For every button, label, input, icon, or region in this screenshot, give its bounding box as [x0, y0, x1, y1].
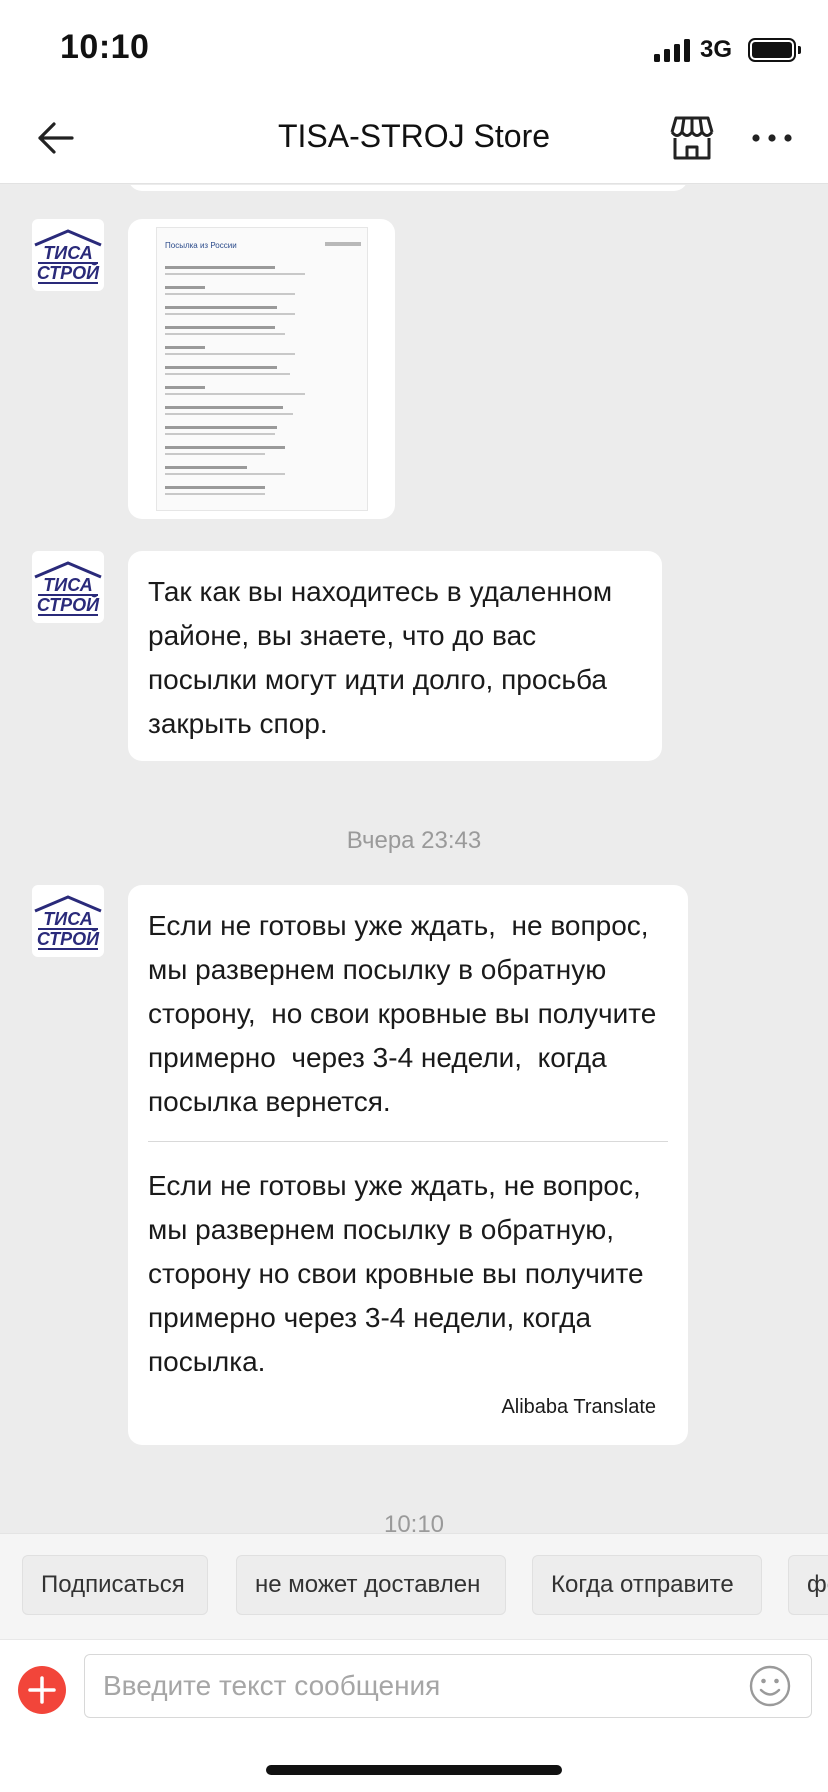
tisa-stroj-logo: ТИСА СТРОЙ — [34, 895, 102, 950]
emoji-button[interactable] — [748, 1664, 792, 1708]
svg-text:СТРОЙ: СТРОЙ — [37, 928, 100, 949]
svg-text:СТРОЙ: СТРОЙ — [37, 594, 100, 615]
quick-reply-chip[interactable]: Когда отправите — [532, 1555, 762, 1615]
message-text: Так как вы находитесь в удаленном районе… — [148, 576, 613, 739]
store-button[interactable] — [666, 112, 718, 164]
svg-text:ТИСА: ТИСА — [43, 575, 93, 595]
home-indicator[interactable] — [266, 1765, 562, 1775]
message-input[interactable] — [84, 1654, 812, 1718]
svg-text:Посылка из России: Посылка из России — [165, 241, 237, 250]
translated-text-message[interactable]: Если не готовы уже ждать, не вопрос, мы … — [128, 885, 688, 1445]
tisa-stroj-logo: ТИСА СТРОЙ — [34, 561, 102, 616]
more-options-button[interactable] — [748, 112, 796, 164]
network-type: 3G — [699, 36, 732, 63]
signal-icon — [653, 38, 690, 62]
tracking-document-image: Посылка из России — [165, 241, 361, 495]
status-bar: 10:10 3G — [0, 0, 828, 92]
tisa-stroj-logo: ТИСА СТРОЙ — [34, 229, 102, 284]
message-original-text: Если не готовы уже ждать, не вопрос, мы … — [148, 910, 665, 1117]
message-translated-text: Если не готовы уже ждать, не вопрос, мы … — [148, 1170, 644, 1377]
svg-text:ТИСА: ТИСА — [43, 243, 93, 263]
input-wrapper — [0, 1652, 828, 1718]
quick-reply-chip[interactable]: не может доставлен — [236, 1555, 506, 1615]
translation-source: Alibaba Translate — [501, 1396, 656, 1418]
storefront-icon — [670, 116, 714, 160]
quick-reply-chip[interactable]: Подписаться — [22, 1555, 208, 1615]
seller-avatar[interactable]: ТИСА СТРОЙ — [32, 219, 104, 291]
svg-text:ТИСА: ТИСА — [43, 909, 93, 929]
message-input-bar — [0, 1639, 828, 1739]
text-message[interactable]: Так как вы находитесь в удаленном районе… — [128, 551, 662, 761]
seller-avatar[interactable]: ТИСА СТРОЙ — [32, 551, 104, 623]
chat-header: TISA-STROJ Store — [0, 92, 828, 184]
tracking-screenshot-thumbnail[interactable]: Посылка из России — [156, 227, 368, 511]
message-timestamp: Вчера 23:43 — [346, 827, 482, 854]
previous-message-bubble — [128, 185, 688, 191]
status-indicators: 3G — [653, 36, 801, 64]
svg-text:СТРОЙ: СТРОЙ — [37, 262, 100, 283]
quick-reply-chip[interactable]: фо — [788, 1555, 828, 1615]
more-dots-icon — [752, 134, 792, 142]
smiley-icon — [749, 1665, 791, 1707]
chat-messages[interactable]: ТИСА СТРОЙ Посылка из России ТИСА СТРОЙ … — [0, 185, 828, 1533]
battery-icon — [748, 38, 801, 62]
quick-replies-bar[interactable]: Подписаться не может доставлен Когда отп… — [0, 1533, 828, 1639]
translation-divider — [148, 1141, 668, 1142]
message-timestamp: 10:10 — [383, 1511, 445, 1533]
image-message[interactable]: Посылка из России — [128, 219, 395, 519]
seller-avatar[interactable]: ТИСА СТРОЙ — [32, 885, 104, 957]
status-time: 10:10 — [60, 28, 150, 66]
